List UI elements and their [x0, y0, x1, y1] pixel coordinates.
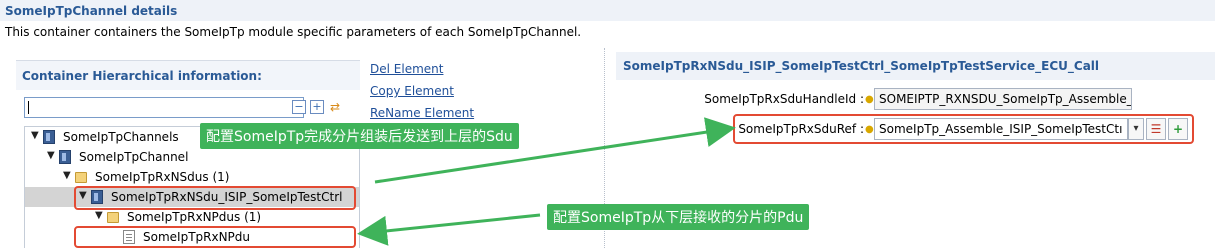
callout-pdu: 配置SomeIpTp从下层接收的分片的Pdu — [547, 204, 810, 230]
arrow-to-rxnpdu — [357, 213, 541, 246]
callout-sdu: 配置SomeIpTp完成分片组装后发送到上层的Sdu — [200, 123, 519, 149]
